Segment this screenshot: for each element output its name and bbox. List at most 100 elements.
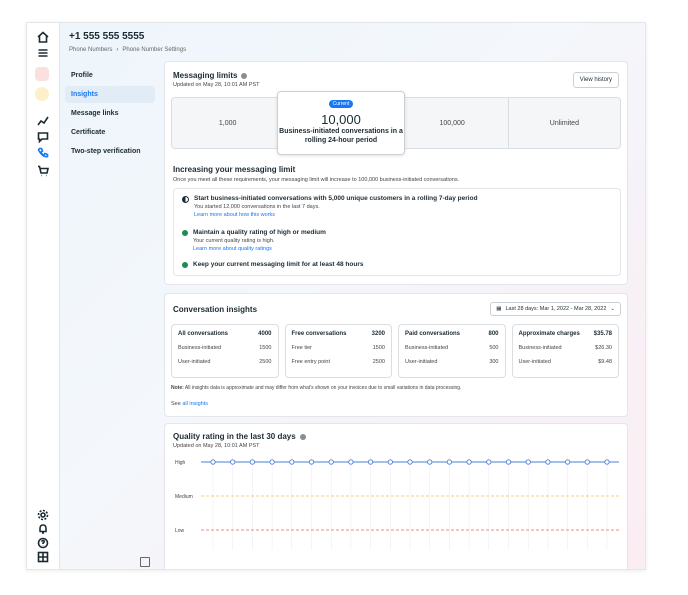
data-point[interactable] (289, 459, 295, 465)
info-icon[interactable] (241, 72, 248, 79)
requirement-title: Keep your current messaging limit for at… (193, 261, 364, 268)
subnav-item-insights[interactable]: Insights (65, 86, 155, 103)
insights-title: Conversation insights (173, 305, 258, 314)
data-point[interactable] (466, 459, 472, 465)
data-point[interactable] (545, 459, 551, 465)
insight-label: Paid conversations (405, 331, 461, 337)
row-value: 2500 (372, 359, 385, 365)
data-point[interactable] (308, 459, 315, 465)
requirement-detail: Your current quality rating is high. (193, 238, 275, 244)
row-value: 1500 (372, 345, 385, 351)
row-label: Free tier (291, 345, 312, 351)
data-point[interactable] (367, 459, 374, 465)
messaging-limits-title: Messaging limits (173, 71, 260, 80)
subnav-item-profile[interactable]: Profile (65, 67, 155, 84)
quality-chart: High Medium Low (175, 456, 619, 550)
tier-unlimited: Unlimited (549, 119, 579, 127)
data-point[interactable] (387, 459, 393, 465)
insights-note: Note: All insights data is approximate a… (171, 385, 461, 391)
row-label: Business-initiated (178, 345, 222, 351)
data-point[interactable] (328, 459, 334, 465)
requirements-box: Start business-initiated conversations w… (173, 188, 621, 276)
row-value: $26.30 (595, 345, 612, 351)
calendar-icon: ▦ (496, 306, 502, 312)
row-value: 300 (489, 359, 499, 365)
subnav-item-message-links[interactable]: Message links (65, 105, 155, 122)
tick-label-medium: Medium (175, 494, 193, 500)
data-point[interactable] (348, 459, 354, 465)
chat-icon[interactable] (35, 129, 51, 145)
page-header: +1 555 555 5555 Phone Numbers › Phone Nu… (69, 31, 186, 53)
tier-100000: 100,000 (397, 98, 509, 148)
current-tier-value: 10,000 (321, 112, 361, 127)
row-label: User-initiated (405, 359, 438, 365)
subnav-item-certificate[interactable]: Certificate (65, 124, 155, 141)
data-point[interactable] (230, 459, 236, 465)
data-point[interactable] (427, 459, 433, 465)
insight-free-conversations: Free conversations 3200 Free tier 1500 Fre… (284, 324, 392, 378)
learn-more-link[interactable]: Learn more about quality ratings (193, 246, 326, 252)
breadcrumb: Phone Numbers › Phone Number Settings (69, 47, 186, 53)
data-point[interactable] (505, 459, 512, 465)
see-prefix: See (171, 401, 183, 407)
settings-subnav: Profile Insights Message links Certifica… (65, 67, 155, 162)
note-label: Note: (171, 385, 184, 391)
date-range-dropdown[interactable]: ▦ Last 28 days: Mar 1, 2022 - Mar 28, 20… (490, 302, 621, 316)
collapse-sidebar-icon[interactable] (140, 557, 150, 567)
insight-approximate-charges: Approximate charges $35.78 Business-initi… (511, 324, 619, 378)
tier-1000: 1,000 (172, 98, 285, 148)
grid-icon[interactable] (35, 549, 51, 565)
quality-title: Quality rating in the last 30 days (173, 432, 306, 441)
view-history-button[interactable]: View history (572, 72, 619, 88)
row-label: Business-initiated (518, 345, 562, 351)
data-point[interactable] (210, 459, 216, 465)
tick-label-low: Low (175, 528, 185, 534)
row-value: 2500 (259, 359, 272, 365)
breadcrumb-phone-numbers[interactable]: Phone Numbers (69, 47, 112, 53)
breadcrumb-phone-number-settings: Phone Number Settings (122, 47, 187, 53)
account-avatar-2[interactable] (35, 87, 49, 101)
data-point[interactable] (486, 459, 492, 465)
requirement-item: Keep your current messaging limit for at… (182, 261, 364, 268)
info-icon[interactable] (299, 433, 306, 440)
row-value: 1500 (259, 345, 272, 351)
half-circle-icon (182, 196, 189, 203)
menu-icon[interactable] (35, 45, 51, 61)
analytics-icon[interactable] (35, 113, 51, 129)
page-title: +1 555 555 5555 (69, 31, 145, 42)
tick-label-high: High (175, 460, 186, 466)
phone-icon[interactable] (35, 145, 51, 161)
data-point[interactable] (525, 459, 531, 465)
see-all-insights: See all insights (171, 401, 208, 407)
data-point[interactable] (446, 459, 453, 465)
requirement-detail: You started 12,000 conversations in the … (194, 204, 320, 210)
subnav-item-two-step-verification[interactable]: Two-step verification (65, 143, 155, 160)
insight-label: All conversations (178, 331, 229, 337)
row-value: $9.48 (598, 359, 612, 365)
cart-icon[interactable] (35, 163, 51, 179)
data-point[interactable] (407, 459, 413, 465)
conversation-insights-card: Conversation insights ▦ Last 28 days: Ma… (164, 293, 628, 417)
learn-more-link[interactable]: Learn more about how this works (194, 212, 478, 218)
data-point[interactable] (564, 459, 571, 465)
app-window: +1 555 555 5555 Phone Numbers › Phone Nu… (26, 22, 646, 570)
row-label: User-initiated (518, 359, 551, 365)
insight-paid-conversations: Paid conversations 800 Business-initiated… (398, 324, 506, 378)
all-insights-link[interactable]: all insights (182, 401, 208, 407)
insight-total: $35.78 (593, 331, 612, 337)
home-icon[interactable] (35, 29, 51, 45)
check-circle-icon (182, 262, 188, 268)
data-point[interactable] (269, 459, 275, 465)
insight-label: Free conversations (291, 331, 347, 337)
data-point[interactable] (604, 459, 610, 465)
insight-total: 800 (488, 331, 499, 337)
note-text: All insights data is approximate and may… (183, 385, 462, 391)
data-point[interactable] (584, 459, 590, 465)
current-badge: Current (328, 100, 354, 108)
chevron-down-icon: ⌄ (610, 306, 615, 312)
data-point[interactable] (249, 459, 256, 465)
account-avatar-1[interactable] (35, 67, 49, 81)
increase-limit-title: Increasing your messaging limit (173, 165, 296, 174)
messaging-updated: Updated on May 28, 10:01 AM PST (173, 82, 260, 88)
chevron-right-icon: › (116, 47, 119, 53)
